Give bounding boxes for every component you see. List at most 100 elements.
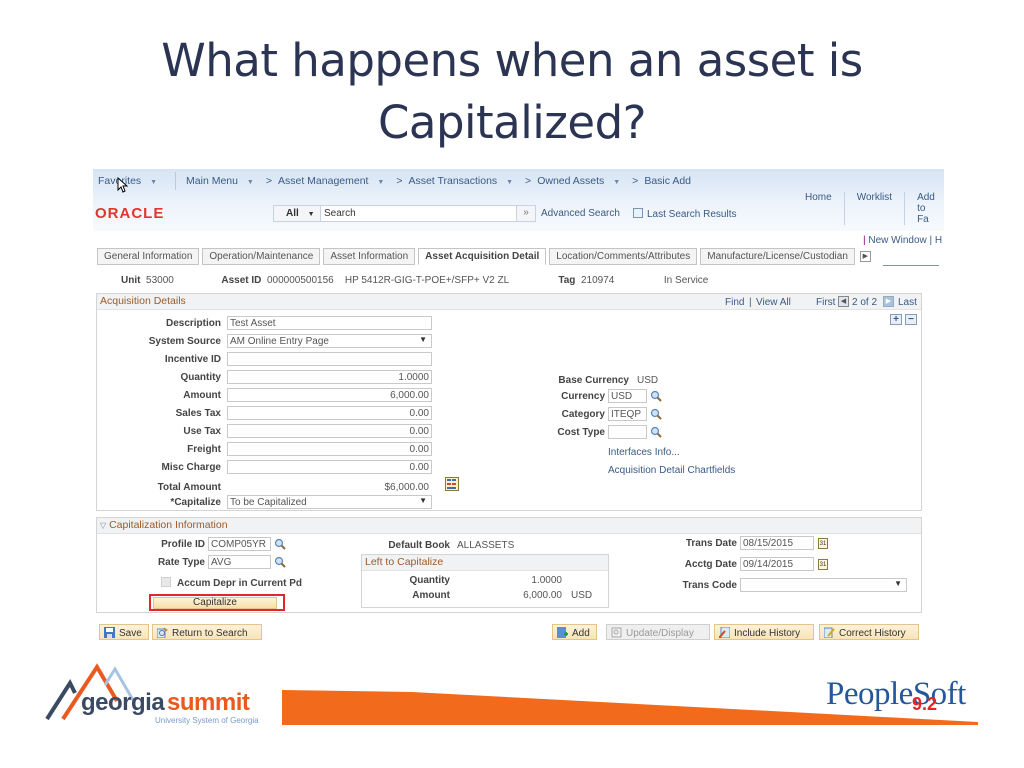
delete-row-icon[interactable]: − — [905, 314, 917, 325]
profile-id-input[interactable]: COMP05YR — [208, 537, 271, 551]
acctg-date-input[interactable]: 09/14/2015 — [740, 557, 814, 571]
interfaces-info-link[interactable]: Interfaces Info... — [608, 447, 680, 458]
breadcrumb-owned-assets[interactable]: Owned Assets ▼ — [537, 175, 626, 187]
unit-value: 53000 — [146, 275, 174, 286]
oracle-logo: ORACLE — [95, 205, 165, 222]
description-input[interactable]: Test Asset — [227, 316, 432, 330]
sales-tax-input[interactable]: 0.00 — [227, 406, 432, 420]
rate-type-input[interactable]: AVG — [208, 555, 271, 569]
default-book-value: ALLASSETS — [457, 540, 515, 551]
accum-depr-checkbox[interactable] — [161, 577, 171, 587]
breadcrumb-basic-add[interactable]: Basic Add — [644, 175, 691, 187]
calculator-icon[interactable] — [445, 477, 459, 491]
chevron-down-icon: ▼ — [150, 179, 158, 186]
include-history-button[interactable]: Include History — [714, 624, 814, 640]
main-menu[interactable]: Main Menu ▼ — [186, 175, 260, 187]
search-results-icon — [633, 208, 643, 218]
tab-manufacture-license-custodian[interactable]: Manufacture/License/Custodian — [700, 248, 855, 265]
breadcrumb-asset-transactions[interactable]: Asset Transactions ▼ — [408, 175, 519, 187]
use-tax-label: Use Tax — [183, 426, 221, 437]
freight-input[interactable]: 0.00 — [227, 442, 432, 456]
view-all-link[interactable]: View All — [756, 297, 791, 308]
last-link[interactable]: Last — [898, 297, 917, 308]
currency-label: Currency — [561, 391, 605, 402]
system-source-select[interactable]: AM Online Entry Page ▼ — [227, 334, 432, 348]
description-label: Description — [165, 318, 221, 329]
capitalize-label: *Capitalize — [170, 497, 221, 508]
tab-asset-acquisition-detail[interactable]: Asset Acquisition Detail — [418, 248, 547, 265]
home-link[interactable]: Home — [793, 192, 844, 225]
dropdown-arrow-icon: ▼ — [894, 579, 902, 588]
previous-icon[interactable]: ◀ — [838, 296, 849, 307]
correct-history-button[interactable]: Correct History — [819, 624, 919, 640]
favorites-menu[interactable]: Favorites ▼ — [98, 175, 163, 187]
tab-operation-maintenance[interactable]: Operation/Maintenance — [202, 248, 321, 265]
total-amount-value: $6,000.00 — [384, 482, 430, 493]
left-quantity-value: 1.0000 — [531, 575, 562, 586]
advanced-search-link[interactable]: Advanced Search — [541, 208, 620, 219]
nav-divider — [175, 172, 177, 190]
update-display-button[interactable]: Update/Display — [606, 624, 710, 640]
save-button[interactable]: Save — [99, 624, 149, 640]
collapse-icon[interactable]: ▽ — [100, 521, 106, 530]
capitalize-select[interactable]: To be Capitalized ▼ — [227, 495, 432, 509]
trans-date-input[interactable]: 08/15/2015 — [740, 536, 814, 550]
left-amount-value: 6,000.00 — [523, 590, 562, 601]
top-banner: Favorites ▼ Main Menu ▼ > Asset Manageme… — [93, 169, 944, 231]
search-input[interactable]: Search — [320, 205, 517, 222]
return-to-search-button[interactable]: Return to Search — [152, 624, 262, 640]
amount-input[interactable]: 6,000.00 — [227, 388, 432, 402]
worklist-link[interactable]: Worklist — [843, 192, 904, 225]
trans-date-calendar-icon[interactable]: 31 — [818, 538, 828, 549]
incentive-id-input[interactable] — [227, 352, 432, 366]
add-to-favorites-link[interactable]: Add to Fa — [904, 192, 944, 225]
asset-description: HP 5412R-GIG-T-POE+/SFP+ V2 ZL — [344, 275, 509, 286]
cost-type-lookup-icon[interactable] — [650, 426, 662, 438]
navigation-bar: Favorites ▼ Main Menu ▼ > Asset Manageme… — [93, 172, 697, 190]
left-quantity-label: Quantity — [409, 575, 450, 586]
cost-type-input[interactable] — [608, 425, 647, 439]
currency-input[interactable]: USD — [608, 389, 647, 403]
search-scope-select[interactable]: All ▼ — [273, 205, 321, 222]
rate-type-lookup-icon[interactable] — [274, 556, 286, 568]
mouse-cursor-icon — [117, 177, 129, 193]
acquisition-chartfields-link[interactable]: Acquisition Detail Chartfields — [608, 465, 735, 476]
acctg-date-calendar-icon[interactable]: 31 — [818, 559, 828, 570]
tab-general-information[interactable]: General Information — [97, 248, 200, 265]
category-input[interactable]: ITEQP — [608, 407, 647, 421]
category-lookup-icon[interactable] — [650, 408, 662, 420]
left-currency: USD — [571, 590, 593, 601]
summit-text: summit — [167, 689, 250, 716]
help-link[interactable]: H — [935, 235, 942, 246]
capitalization-header: ▽ Capitalization Information — [97, 518, 921, 534]
currency-lookup-icon[interactable] — [650, 390, 662, 402]
chevron-down-icon: ▼ — [613, 179, 621, 186]
tab-location-comments-attributes[interactable]: Location/Comments/Attributes — [549, 248, 698, 265]
base-currency-label: Base Currency — [558, 375, 629, 386]
next-icon[interactable]: ▶ — [883, 296, 894, 307]
rate-type-label: Rate Type — [157, 557, 205, 568]
trans-code-select[interactable]: ▼ — [740, 578, 907, 592]
chevron-down-icon: ▼ — [377, 179, 385, 186]
capitalize-button[interactable]: Capitalize — [153, 597, 277, 609]
quantity-input[interactable]: 1.0000 — [227, 370, 432, 384]
incentive-id-label: Incentive ID — [164, 354, 221, 365]
use-tax-input[interactable]: 0.00 — [227, 424, 432, 438]
misc-charge-input[interactable]: 0.00 — [227, 460, 432, 474]
tag-value: 210974 — [580, 275, 615, 286]
trans-code-label: Trans Code — [682, 580, 737, 591]
add-button[interactable]: Add — [552, 624, 597, 640]
add-row-icon[interactable]: + — [890, 314, 902, 325]
profile-id-lookup-icon[interactable] — [274, 538, 286, 550]
next-tab-icon[interactable]: ▶ — [859, 251, 871, 262]
find-link[interactable]: Find — [725, 297, 744, 308]
search-go-button[interactable]: » — [516, 205, 536, 222]
tab-asset-information[interactable]: Asset Information — [323, 248, 416, 265]
first-link[interactable]: First — [816, 297, 835, 308]
new-window-link[interactable]: New Window — [868, 235, 926, 246]
correct-history-icon — [824, 627, 835, 638]
system-source-label: System Source — [148, 336, 221, 347]
dropdown-arrow-icon: ▼ — [419, 496, 427, 505]
breadcrumb-asset-management[interactable]: Asset Management ▼ — [278, 175, 390, 187]
last-search-results-link[interactable]: Last Search Results — [633, 208, 737, 220]
